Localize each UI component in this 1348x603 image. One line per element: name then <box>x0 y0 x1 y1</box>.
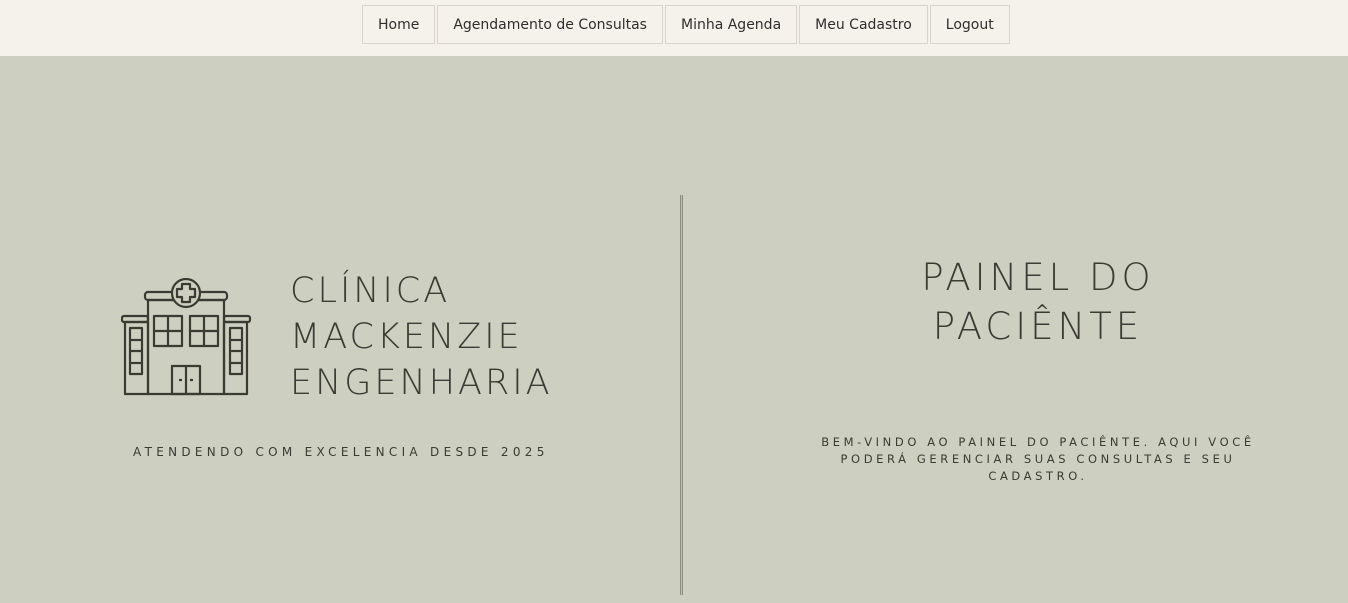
brand-line-engenharia: ENGENHARIA <box>290 363 553 403</box>
vertical-divider <box>680 195 683 595</box>
hospital-building-icon <box>121 278 252 396</box>
nav-item-meu-cadastro[interactable]: Meu Cadastro <box>799 5 928 44</box>
page-title-line2: PACIÊNTE <box>932 305 1144 348</box>
main-content: CLÍNICA MACKENZIE ENGENHARIA ATENDENDO C… <box>0 56 1348 603</box>
nav-item-minha-agenda[interactable]: Minha Agenda <box>664 5 798 44</box>
welcome-message: BEM-VINDO AO PAINEL DO PACIÊNTE. AQUI VO… <box>821 435 1255 483</box>
brand-line-mackenzie: MACKENZIE <box>290 317 523 357</box>
page-title: PAINEL DO PACIÊNTE <box>880 253 1196 351</box>
nav-item-agendamento-de-consultas[interactable]: Agendamento de Consultas <box>437 5 663 44</box>
page-title-line1: PAINEL DO <box>921 256 1155 299</box>
nav-item-logout[interactable]: Logout <box>929 5 1010 44</box>
clinic-tagline: ATENDENDO COM EXCELENCIA DESDE 2025 <box>133 445 549 459</box>
nav-item-home[interactable]: Home <box>362 5 436 44</box>
clinic-brand-name: CLÍNICA MACKENZIE ENGENHARIA <box>290 268 590 406</box>
nav-menu: Home Agendamento de Consultas Minha Agen… <box>362 5 1010 44</box>
brand-line-clinica: CLÍNICA <box>290 271 451 311</box>
top-navigation-bar: Home Agendamento de Consultas Minha Agen… <box>0 0 1348 56</box>
